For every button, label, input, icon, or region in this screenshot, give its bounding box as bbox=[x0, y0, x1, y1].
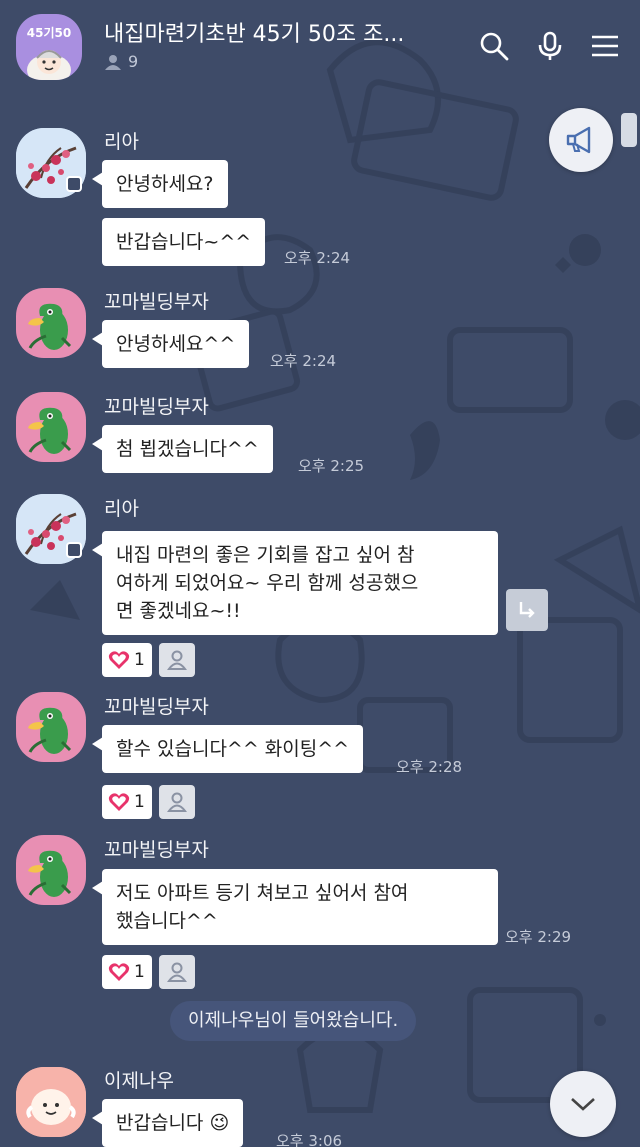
avatar-kkoma[interactable] bbox=[16, 392, 86, 462]
dinosaur-character-icon bbox=[28, 303, 72, 350]
reply-arrow-icon bbox=[519, 602, 535, 618]
message-time: 오후 2:25 bbox=[298, 457, 365, 475]
message-line: 면 좋겠네요~!! bbox=[116, 600, 241, 622]
message-bubble[interactable]: 저도 아파트 등기 쳐보고 싶어서 참여 했습니다^^ bbox=[92, 869, 498, 945]
avatar-kkoma[interactable] bbox=[16, 692, 86, 762]
message-line: 내집 마련의 좋은 기회를 잡고 싶어 참 bbox=[116, 544, 415, 566]
room-avatar[interactable]: 45기50 bbox=[16, 14, 82, 80]
reaction-add-button[interactable] bbox=[159, 785, 195, 819]
heart-icon bbox=[108, 651, 130, 669]
message-line: 여하게 되었어요~ 우리 함께 성공했으 bbox=[116, 572, 419, 594]
message-line: 했습니다^^ bbox=[116, 910, 218, 932]
message-time: 오후 2:28 bbox=[396, 758, 463, 776]
person-icon bbox=[105, 54, 121, 70]
heart-icon bbox=[108, 793, 130, 811]
reaction-count: 1 bbox=[134, 792, 145, 812]
megaphone-icon bbox=[566, 126, 591, 154]
message-bubble[interactable]: 할수 있습니다^^ 화이팅^^ bbox=[91, 725, 364, 773]
chevron-down-icon bbox=[571, 1098, 595, 1111]
person-outline-icon bbox=[167, 650, 187, 670]
message-bubble[interactable]: 첨 뵙겠습니다^^ bbox=[92, 425, 273, 473]
sender-name: 꼬마빌딩부자 bbox=[104, 291, 209, 313]
heart-icon bbox=[108, 963, 130, 981]
profile-badge bbox=[66, 542, 82, 558]
reaction-add-button[interactable] bbox=[159, 955, 195, 989]
message-line: 저도 아파트 등기 쳐보고 싶어서 참여 bbox=[116, 882, 409, 904]
reaction-heart[interactable]: 1 bbox=[102, 785, 152, 819]
sender-name: 꼬마빌딩부자 bbox=[104, 396, 209, 418]
character-face-icon bbox=[27, 50, 71, 80]
profile-badge bbox=[66, 176, 82, 192]
avatar-kkoma[interactable] bbox=[16, 835, 86, 905]
message-bubble[interactable]: 반갑습니다 😉 bbox=[91, 1099, 244, 1147]
sender-name: 꼬마빌딩부자 bbox=[104, 839, 209, 861]
message-bubble[interactable]: 안녕하세요? bbox=[92, 160, 228, 208]
scroll-to-bottom-button[interactable] bbox=[550, 1071, 616, 1137]
reply-button[interactable] bbox=[506, 589, 548, 631]
dinosaur-character-icon bbox=[28, 850, 72, 897]
chat-header: 45기50 내집마련기초반 45기 50조 조... 9 bbox=[0, 0, 640, 96]
dinosaur-character-icon bbox=[28, 407, 72, 454]
message-bubble[interactable]: 안녕하세요^^ bbox=[91, 320, 250, 368]
menu-icon[interactable] bbox=[589, 30, 621, 62]
avatar-kkoma[interactable] bbox=[16, 288, 86, 358]
message-time: 오후 2:24 bbox=[284, 249, 351, 267]
peach-character-icon bbox=[16, 1067, 86, 1137]
reaction-heart[interactable]: 1 bbox=[102, 643, 152, 677]
person-outline-icon bbox=[167, 962, 187, 982]
reaction-heart[interactable]: 1 bbox=[102, 955, 152, 989]
sender-name: 이제나우 bbox=[104, 1070, 174, 1092]
system-message: 이제나우님이 들어왔습니다. bbox=[170, 1001, 417, 1041]
message-time: 오후 3:06 bbox=[276, 1132, 343, 1147]
search-icon[interactable] bbox=[478, 30, 510, 62]
reaction-add-button[interactable] bbox=[159, 643, 195, 677]
message-bubble[interactable]: 반갑습니다~^^ bbox=[102, 218, 266, 266]
avatar-ijenau[interactable] bbox=[16, 1067, 86, 1137]
message-bubble[interactable]: 내집 마련의 좋은 기회를 잡고 싶어 참 여하게 되었어요~ 우리 함께 성공… bbox=[92, 531, 498, 635]
sender-name: 리아 bbox=[104, 498, 139, 520]
notice-button[interactable] bbox=[549, 108, 613, 172]
reaction-count: 1 bbox=[134, 650, 145, 670]
dinosaur-character-icon bbox=[28, 707, 72, 754]
reaction-count: 1 bbox=[134, 962, 145, 982]
sender-name: 리아 bbox=[104, 131, 139, 153]
scrollbar-thumb[interactable] bbox=[621, 113, 637, 147]
message-time: 오후 2:24 bbox=[270, 352, 337, 370]
message-time: 오후 2:29 bbox=[505, 928, 572, 946]
room-title: 내집마련기초반 45기 50조 조... bbox=[104, 22, 405, 47]
person-outline-icon bbox=[167, 792, 187, 812]
member-count-value: 9 bbox=[128, 52, 139, 71]
microphone-icon[interactable] bbox=[534, 30, 566, 62]
sender-name: 꼬마빌딩부자 bbox=[104, 696, 209, 718]
member-count: 9 bbox=[104, 52, 138, 71]
